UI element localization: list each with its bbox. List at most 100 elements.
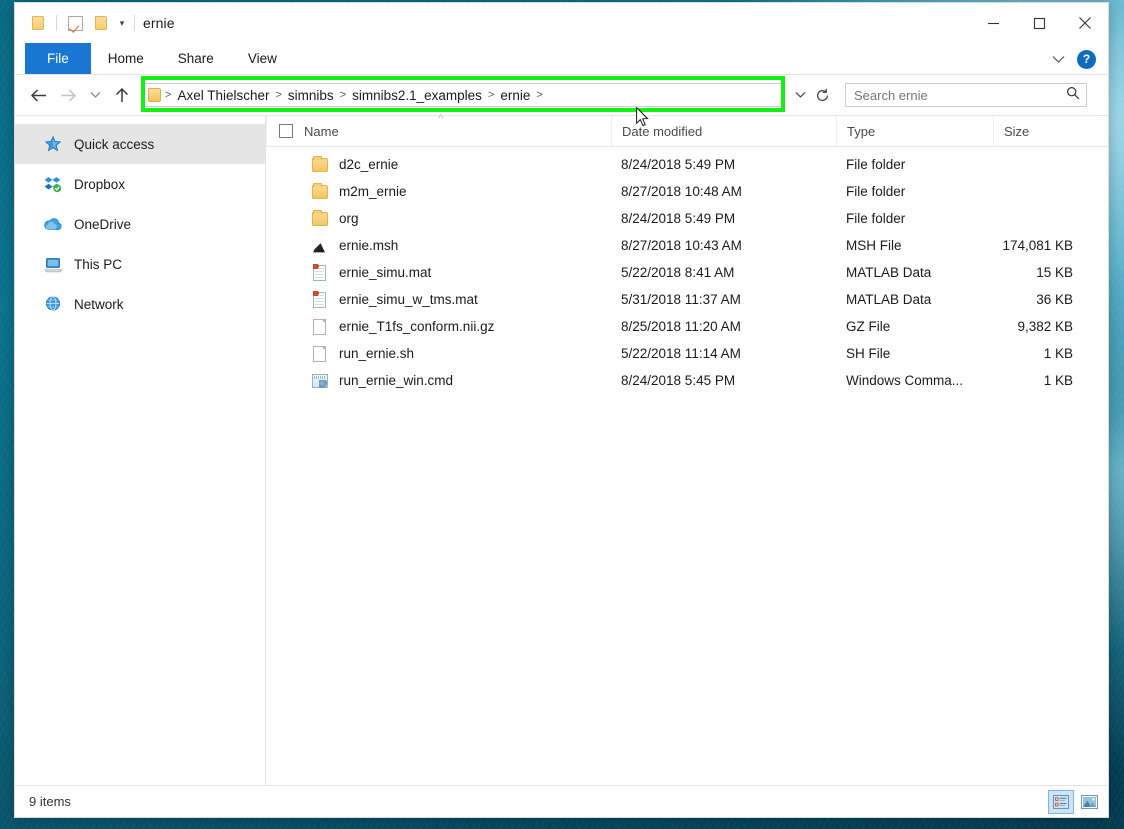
status-bar: 9 items: [15, 785, 1108, 817]
breadcrumb-item-simnibs21-examples[interactable]: simnibs2.1_examples: [348, 88, 486, 103]
cell-size: 9,382 KB: [1017, 319, 1073, 334]
sidebar-item-this-pc[interactable]: This PC: [15, 244, 265, 284]
search-box[interactable]: [845, 83, 1087, 107]
network-globe-icon: [43, 294, 63, 314]
explorer-body: Quick access Dropbox OneDrive This PC Ne…: [15, 113, 1108, 785]
breadcrumb-item-simnibs[interactable]: simnibs: [284, 88, 338, 103]
column-header-date-modified[interactable]: Date modified: [611, 115, 836, 147]
table-row[interactable]: run_ernie.sh 5/22/2018 11:14 AM SH File …: [266, 340, 1108, 367]
cell-type: File folder: [846, 211, 906, 226]
tab-file[interactable]: File: [25, 43, 91, 74]
address-area: > Axel Thielscher > simnibs > simnibs2.1…: [141, 76, 1094, 112]
table-row[interactable]: org 8/24/2018 5:49 PM File folder: [266, 205, 1108, 232]
select-all-checkbox[interactable]: [279, 124, 293, 138]
table-row[interactable]: run_ernie_win.cmd 8/24/2018 5:45 PM Wind…: [266, 367, 1108, 394]
window-controls: [970, 3, 1108, 43]
sidebar-item-label: Network: [74, 296, 124, 312]
cell-type: SH File: [846, 346, 891, 361]
search-input[interactable]: [854, 87, 1066, 103]
table-row[interactable]: ernie_simu.mat 5/22/2018 8:41 AM MATLAB …: [266, 259, 1108, 286]
msh-file-icon: [311, 237, 328, 254]
file-list-pane: ^ Name Date modified Type Size d2c_ernie…: [266, 113, 1108, 785]
cell-date: 8/24/2018 5:49 PM: [621, 211, 736, 226]
ribbon-tabs: File Home Share View ?: [15, 43, 1108, 75]
breadcrumb-separator: >: [275, 89, 282, 101]
new-folder-icon[interactable]: [88, 10, 114, 36]
folder-icon[interactable]: [25, 10, 51, 36]
column-header-type[interactable]: Type: [836, 115, 993, 147]
details-view-button[interactable]: [1048, 789, 1074, 814]
table-row[interactable]: ernie_T1fs_conform.nii.gz 8/25/2018 11:2…: [266, 313, 1108, 340]
breadcrumb[interactable]: > Axel Thielscher > simnibs > simnibs2.1…: [141, 83, 785, 107]
cell-date: 8/25/2018 11:20 AM: [621, 319, 741, 334]
sidebar-item-network[interactable]: Network: [15, 284, 265, 324]
minimize-button[interactable]: [970, 3, 1016, 43]
cell-name: ernie.msh: [266, 237, 611, 254]
sidebar-item-dropbox[interactable]: Dropbox: [15, 164, 265, 204]
generic-file-icon: [311, 345, 328, 362]
table-row[interactable]: ernie.msh 8/27/2018 10:43 AM MSH File 17…: [266, 232, 1108, 259]
column-header-size[interactable]: Size: [993, 115, 1096, 147]
sidebar-item-label: Dropbox: [74, 176, 126, 192]
breadcrumb-separator: >: [536, 89, 543, 101]
cell-date: 8/27/2018 10:43 AM: [621, 238, 742, 253]
search-icon[interactable]: [1066, 86, 1080, 105]
file-name: org: [339, 211, 359, 226]
file-explorer-window: ▾ ernie File Home Share View ? > Axel Th…: [14, 2, 1109, 818]
help-button[interactable]: ?: [1077, 49, 1096, 69]
recent-locations-chevron-down-icon[interactable]: [83, 80, 107, 110]
sort-indicator: ^: [438, 113, 444, 125]
title-bar: ▾ ernie: [15, 3, 1108, 43]
cell-name: org: [266, 210, 611, 227]
generic-file-icon: [311, 318, 328, 335]
tab-view[interactable]: View: [231, 43, 294, 74]
tab-home[interactable]: Home: [91, 43, 161, 74]
file-rows: d2c_ernie 8/24/2018 5:49 PM File folder …: [266, 147, 1108, 785]
desktop-background: ▾ ernie File Home Share View ? > Axel Th…: [0, 0, 1124, 829]
previous-locations-chevron-down-icon[interactable]: [789, 83, 811, 107]
folder-icon: [311, 210, 328, 227]
cell-size: 1 KB: [1043, 346, 1073, 361]
forward-arrow-icon[interactable]: [53, 80, 83, 110]
divider: [56, 15, 57, 31]
cell-name: run_ernie_win.cmd: [266, 372, 611, 389]
table-row[interactable]: m2m_ernie 8/27/2018 10:48 AM File folder: [266, 178, 1108, 205]
breadcrumb-item-ernie[interactable]: ernie: [496, 88, 534, 103]
cloud-icon: [43, 214, 63, 234]
cell-type: Windows Comma...: [846, 373, 964, 388]
customize-caret-icon[interactable]: ▾: [114, 3, 130, 43]
folder-icon: [311, 156, 328, 173]
cell-size: 1 KB: [1043, 373, 1073, 388]
navigation-pane: Quick access Dropbox OneDrive This PC Ne…: [15, 116, 266, 785]
large-icons-view-button[interactable]: [1076, 790, 1102, 814]
cell-type: File folder: [846, 184, 906, 199]
breadcrumb-separator: >: [487, 89, 495, 101]
refresh-icon[interactable]: [811, 83, 833, 107]
cell-date: 8/24/2018 5:49 PM: [621, 157, 736, 172]
cell-name: m2m_ernie: [266, 183, 611, 200]
tab-share[interactable]: Share: [161, 43, 231, 74]
breadcrumb-item-axel-thielscher[interactable]: Axel Thielscher: [173, 88, 273, 103]
close-button[interactable]: [1062, 3, 1108, 43]
file-name: ernie_simu_w_tms.mat: [339, 292, 478, 307]
properties-checkbox-icon[interactable]: [62, 10, 88, 36]
up-arrow-icon[interactable]: [107, 80, 137, 110]
back-arrow-icon[interactable]: [23, 80, 53, 110]
sidebar-item-onedrive[interactable]: OneDrive: [15, 204, 265, 244]
star-pin-icon: [43, 134, 63, 154]
table-row[interactable]: ernie_simu_w_tms.mat 5/31/2018 11:37 AM …: [266, 286, 1108, 313]
sidebar-item-label: Quick access: [74, 136, 155, 152]
cell-size: 15 KB: [1036, 265, 1073, 280]
maximize-button[interactable]: [1016, 3, 1062, 43]
table-row[interactable]: d2c_ernie 8/24/2018 5:49 PM File folder: [266, 151, 1108, 178]
sidebar-item-label: This PC: [74, 256, 123, 272]
breadcrumb-separator: >: [339, 89, 347, 101]
cell-date: 5/31/2018 11:37 AM: [621, 292, 741, 307]
sidebar-item-quick-access[interactable]: Quick access: [15, 124, 265, 164]
computer-icon: [43, 254, 63, 274]
expand-ribbon-chevron-down-icon[interactable]: [1045, 46, 1071, 72]
dropbox-icon: [43, 174, 63, 194]
cell-type: MATLAB Data: [846, 265, 932, 280]
column-header-label: Name: [304, 123, 339, 139]
column-header-label: Size: [1004, 123, 1030, 139]
